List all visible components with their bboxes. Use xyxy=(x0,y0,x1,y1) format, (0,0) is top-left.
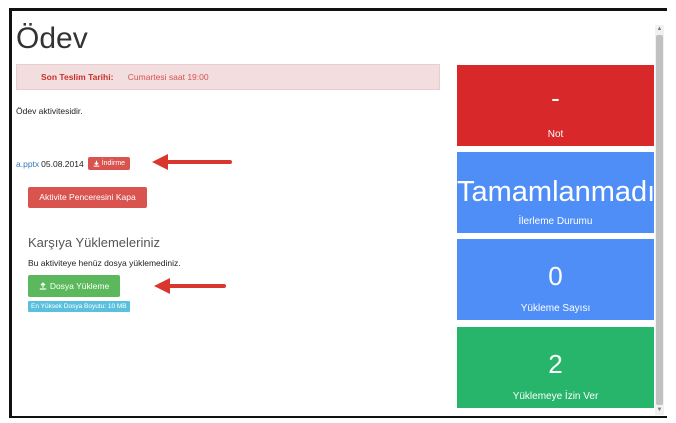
scroll-down-arrow-icon[interactable]: ▼ xyxy=(655,406,664,415)
vertical-scrollbar[interactable]: ▲ ▼ xyxy=(655,25,664,415)
uploads-note: Bu aktiviteye henüz dosya yüklemediniz. xyxy=(28,258,181,268)
grade-tile: - Not xyxy=(457,65,654,146)
progress-tile: Tamamlanmadı İlerleme Durumu xyxy=(457,152,656,233)
upload-label: Dosya Yükleme xyxy=(49,281,110,291)
allowed-uploads-value: 2 xyxy=(548,349,563,379)
allowed-uploads-tile: 2 Yüklemeye İzin Ver xyxy=(457,327,654,408)
scroll-up-arrow-icon[interactable]: ▲ xyxy=(655,25,664,34)
deadline-label: Son Teslim Tarihi: xyxy=(41,72,114,82)
file-date: 05.08.2014 xyxy=(41,158,84,169)
upload-count-tile: 0 Yükleme Sayısı xyxy=(457,239,654,320)
file-link[interactable]: a.pptx xyxy=(16,159,39,169)
download-icon xyxy=(93,160,100,167)
activity-description: Ödev aktivitesidir. xyxy=(16,106,83,116)
page-title: Ödev xyxy=(16,22,88,55)
progress-label: İlerleme Durumu xyxy=(518,216,593,227)
upload-file-button[interactable]: Dosya Yükleme xyxy=(28,275,120,297)
deadline-value: Cumartesi saat 19:00 xyxy=(127,72,209,82)
upload-icon xyxy=(39,282,47,290)
allowed-uploads-label: Yüklemeye İzin Ver xyxy=(512,391,599,402)
upload-count-value: 0 xyxy=(548,261,563,291)
progress-value: Tamamlanmadı xyxy=(457,176,656,208)
scroll-thumb[interactable] xyxy=(656,35,663,405)
upload-count-label: Yükleme Sayısı xyxy=(520,303,591,314)
annotation-arrow-download xyxy=(152,154,232,170)
uploads-heading: Karşıya Yüklemeleriniz xyxy=(28,235,160,250)
annotation-arrow-upload xyxy=(154,278,226,294)
deadline-banner: Son Teslim Tarihi: Cumartesi saat 19:00 xyxy=(16,64,440,90)
download-label: İndirme xyxy=(101,160,126,167)
download-button[interactable]: İndirme xyxy=(87,157,131,170)
frame-bottom-border xyxy=(9,416,667,418)
grade-value: - xyxy=(551,83,560,113)
file-row: a.pptx 05.08.2014 İndirme xyxy=(16,157,131,170)
max-file-size-badge: En Yüksek Dosya Boyutu: 10 MB xyxy=(28,301,130,312)
close-activity-button[interactable]: Aktivite Penceresini Kapa xyxy=(28,187,147,208)
grade-label: Not xyxy=(547,129,564,140)
